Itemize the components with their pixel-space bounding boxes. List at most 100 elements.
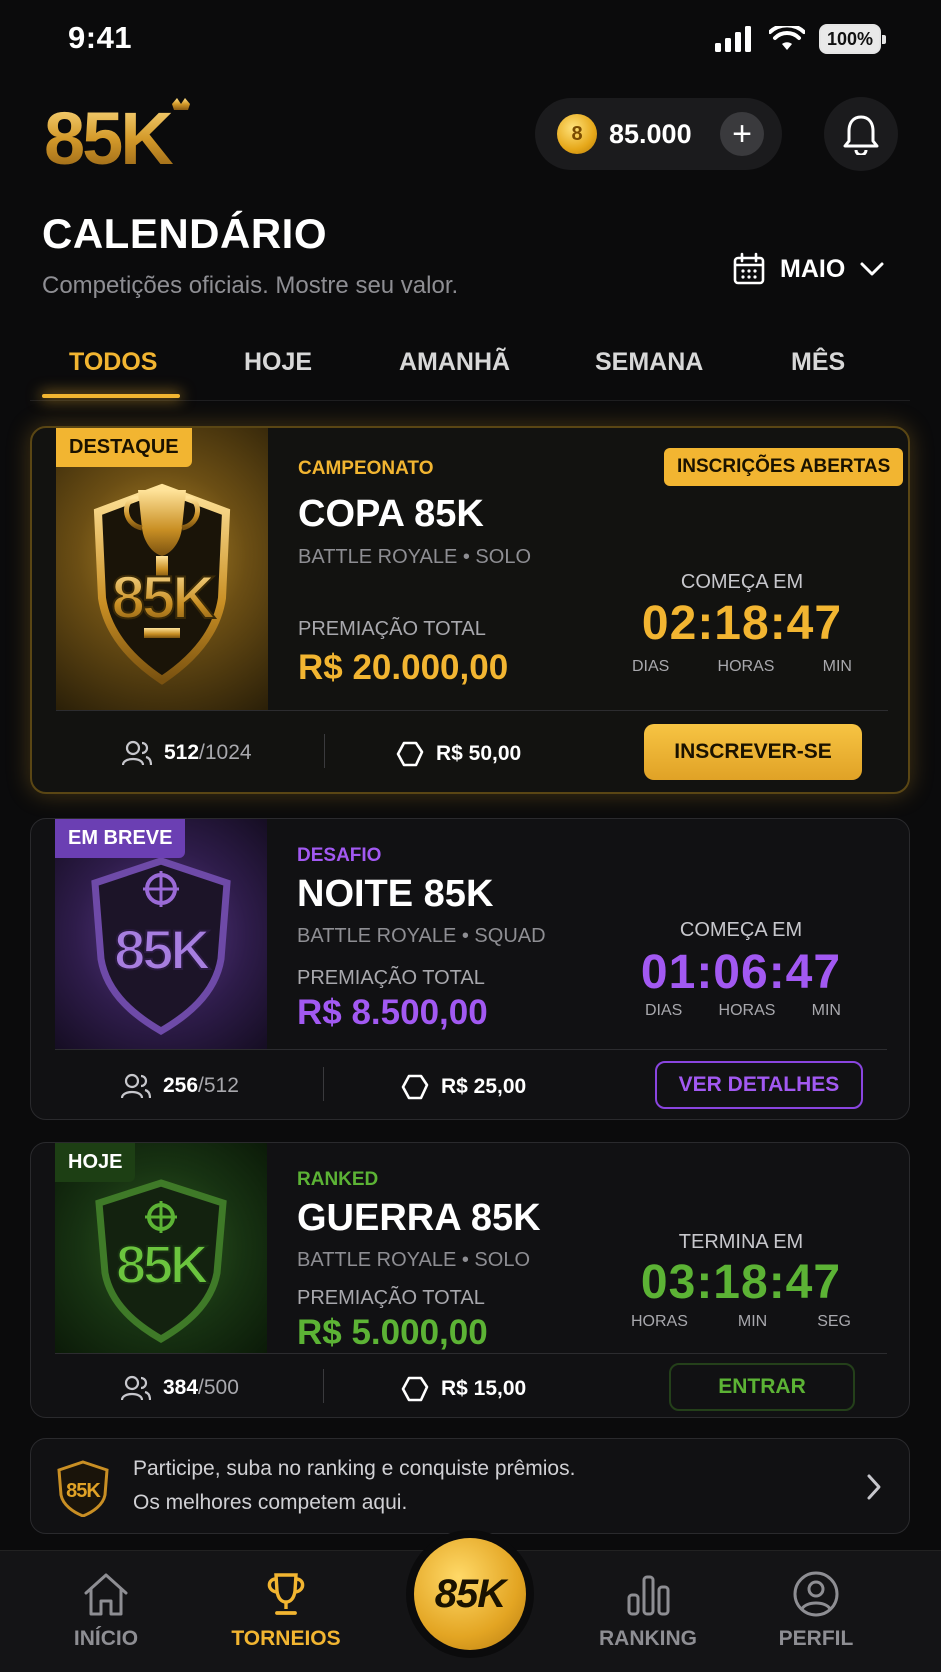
center-home-button[interactable]: 85K: [414, 1538, 526, 1650]
countdown-unit: HORAS: [717, 658, 775, 675]
countdown-units: HORAS MIN SEG: [631, 1313, 851, 1331]
tournament-image: 85K EM BREVE: [55, 819, 267, 1049]
nav-profile[interactable]: PERFIL: [746, 1571, 886, 1651]
trophy-shield-icon: 85K: [93, 483, 231, 685]
countdown-time: 01:06:47: [640, 946, 842, 999]
prize-label: PREMIAÇÃO TOTAL: [297, 967, 485, 989]
prize-label: PREMIAÇÃO TOTAL: [298, 618, 486, 640]
page-subtitle: Competições oficiais. Mostre seu valor.: [42, 272, 459, 299]
signal-icon: [715, 26, 751, 52]
nav-tournaments-label: TORNEIOS: [231, 1627, 341, 1650]
page-title: CALENDÁRIO: [42, 210, 327, 257]
countdown-unit: MIN: [811, 1002, 841, 1019]
shield-logo-icon: 85K: [57, 1460, 109, 1517]
countdown-units: DIAS HORAS MIN: [632, 658, 852, 676]
registration-status-badge: INSCRIÇÕES ABERTAS: [664, 448, 904, 486]
tournament-card-copa[interactable]: 85K DESTAQUE CAMPEONATO INSCRIÇÕES ABERT…: [30, 426, 910, 794]
register-button[interactable]: INSCREVER-SE: [644, 724, 862, 780]
nav-home[interactable]: INÍCIO: [36, 1571, 176, 1651]
coin-icon: 8: [557, 114, 597, 154]
tournament-mode: BATTLE ROYALE • SQUAD: [297, 925, 546, 947]
prize-label: PREMIAÇÃO TOTAL: [297, 1287, 485, 1309]
tournament-category: CAMPEONATO: [298, 458, 434, 479]
chevron-down-icon: [860, 262, 884, 276]
countdown-unit: SEG: [817, 1313, 851, 1330]
countdown-unit: MIN: [822, 658, 852, 675]
nav-ranking[interactable]: RANKING: [578, 1571, 718, 1651]
players-max: /1024: [199, 741, 252, 764]
entry-fee-amount: R$ 25,00: [441, 1075, 527, 1098]
tournament-card-noite[interactable]: 85K EM BREVE DESAFIO NOITE 85K BATTLE RO…: [30, 818, 910, 1120]
app-logo[interactable]: 85K: [44, 96, 214, 171]
tab-mes[interactable]: MÊS: [791, 348, 845, 377]
coming-soon-tag: EM BREVE: [55, 819, 186, 858]
view-details-button[interactable]: VER DETALHES: [655, 1061, 863, 1109]
month-label: MAIO: [780, 254, 846, 283]
nav-ranking-label: RANKING: [599, 1627, 697, 1650]
tournament-mode: BATTLE ROYALE • SOLO: [297, 1249, 530, 1271]
profile-icon: [793, 1571, 839, 1617]
tournament-category: RANKED: [297, 1169, 379, 1190]
entry-fee: R$ 15,00: [401, 1375, 526, 1403]
players-max: /500: [198, 1376, 239, 1399]
countdown-time: 02:18:47: [641, 597, 843, 650]
nav-home-label: INÍCIO: [73, 1627, 139, 1650]
chevron-right-icon: [867, 1474, 881, 1500]
countdown-label: COMEÇA EM: [680, 571, 804, 593]
tournament-card-guerra[interactable]: 85K HOJE RANKED GUERRA 85K BATTLE ROYALE…: [30, 1142, 910, 1418]
countdown-units: DIAS HORAS MIN: [645, 1002, 841, 1020]
tab-todos[interactable]: TODOS: [69, 348, 157, 377]
prize-amount: R$ 8.500,00: [297, 993, 488, 1032]
today-tag: HOJE: [55, 1143, 136, 1182]
ticket-icon: [401, 1074, 429, 1100]
bell-icon: [843, 115, 879, 155]
status-icons: 100%: [715, 24, 886, 54]
players-current: 256: [163, 1074, 199, 1097]
entry-fee-amount: R$ 15,00: [441, 1377, 527, 1400]
nav-tournaments[interactable]: TORNEIOS: [216, 1571, 356, 1651]
players-icon: [121, 1073, 151, 1099]
countdown-time: 03:18:47: [640, 1256, 842, 1309]
nav-profile-label: PERFIL: [778, 1627, 854, 1650]
players-current: 384: [163, 1376, 199, 1399]
players-current: 512: [164, 741, 200, 764]
player-count: 384/500: [121, 1375, 239, 1401]
ticket-icon: [396, 741, 424, 767]
trophy-icon: [267, 1573, 305, 1615]
entry-fee: R$ 50,00: [396, 740, 521, 768]
svg-text:85K: 85K: [114, 918, 210, 981]
active-tab-indicator: [42, 394, 180, 398]
entry-fee: R$ 25,00: [401, 1073, 526, 1101]
card-divider: [56, 710, 888, 711]
countdown-label: TERMINA EM: [678, 1231, 804, 1253]
notifications-button[interactable]: [824, 97, 898, 171]
battery-indicator: 100%: [819, 24, 886, 54]
players-max: /512: [198, 1074, 239, 1097]
countdown-unit: DIAS: [632, 658, 670, 675]
banner-line-1: Participe, suba no ranking e conquiste p…: [133, 1457, 576, 1480]
coin-balance: 8 85.000 +: [535, 98, 782, 170]
tournament-image: 85K DESTAQUE: [56, 428, 268, 710]
add-coins-button[interactable]: +: [720, 112, 764, 156]
tournament-category: DESAFIO: [297, 845, 382, 866]
coin-amount: 85.000: [609, 118, 692, 149]
svg-text:85K: 85K: [66, 1480, 101, 1502]
month-selector[interactable]: MAIO: [732, 252, 885, 286]
calendar-icon: [733, 252, 765, 285]
footer-divider: [323, 1369, 324, 1403]
tab-hoje[interactable]: HOJE: [244, 348, 312, 377]
card-divider: [55, 1049, 887, 1050]
info-banner[interactable]: 85K Participe, suba no ranking e conquis…: [30, 1438, 910, 1534]
tab-amanha[interactable]: AMANHÃ: [399, 348, 510, 377]
wifi-icon: [769, 26, 805, 50]
tournament-name: GUERRA 85K: [297, 1197, 541, 1239]
countdown-unit: MIN: [737, 1313, 768, 1330]
tournament-name: COPA 85K: [298, 493, 484, 535]
tournament-mode: BATTLE ROYALE • SOLO: [298, 546, 531, 568]
tabs-divider: [30, 400, 910, 401]
enter-button[interactable]: ENTRAR: [669, 1363, 855, 1411]
prize-amount: R$ 20.000,00: [298, 648, 509, 687]
footer-divider: [323, 1067, 324, 1101]
status-time: 9:41: [68, 20, 133, 55]
tab-semana[interactable]: SEMANA: [595, 348, 703, 377]
